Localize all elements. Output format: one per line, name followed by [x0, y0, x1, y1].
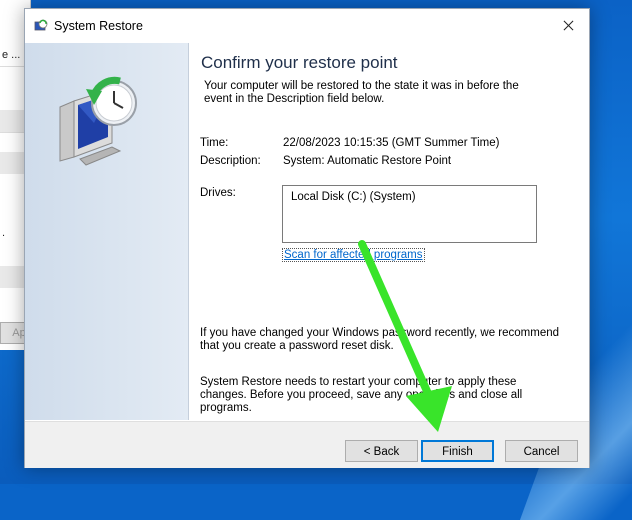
list-item[interactable]: Local Disk (C:) (System) [291, 191, 416, 203]
description-label: Description: [200, 155, 261, 167]
scan-affected-programs-link[interactable]: Scan for affected programs [282, 248, 425, 262]
finish-button[interactable]: Finish [421, 440, 494, 462]
window-title: System Restore [54, 19, 143, 33]
time-value: 22/08/2023 10:15:35 (GMT Summer Time) [283, 137, 500, 149]
close-button[interactable] [549, 9, 589, 41]
restart-note: System Restore needs to restart your com… [200, 376, 523, 414]
back-button[interactable]: < Back [345, 440, 418, 462]
illustration-panel [25, 43, 189, 420]
drives-label: Drives: [200, 187, 236, 199]
dialog-footer: < Back Finish Cancel [25, 421, 589, 468]
system-restore-icon [34, 19, 48, 31]
time-label: Time: [200, 137, 229, 149]
title-bar[interactable]: System Restore [25, 9, 589, 43]
page-heading: Confirm your restore point [201, 53, 398, 72]
cancel-button[interactable]: Cancel [505, 440, 578, 462]
monitor-clock-restore-icon [59, 76, 137, 166]
intro-text: Your computer will be restored to the st… [204, 80, 519, 105]
description-value: System: Automatic Restore Point [283, 155, 452, 167]
system-restore-dialog: System Restore Confirm your restore poin… [24, 8, 590, 468]
password-note: If you have changed your Windows passwor… [200, 327, 560, 352]
drives-list[interactable]: Local Disk (C:) (System) [282, 185, 537, 243]
